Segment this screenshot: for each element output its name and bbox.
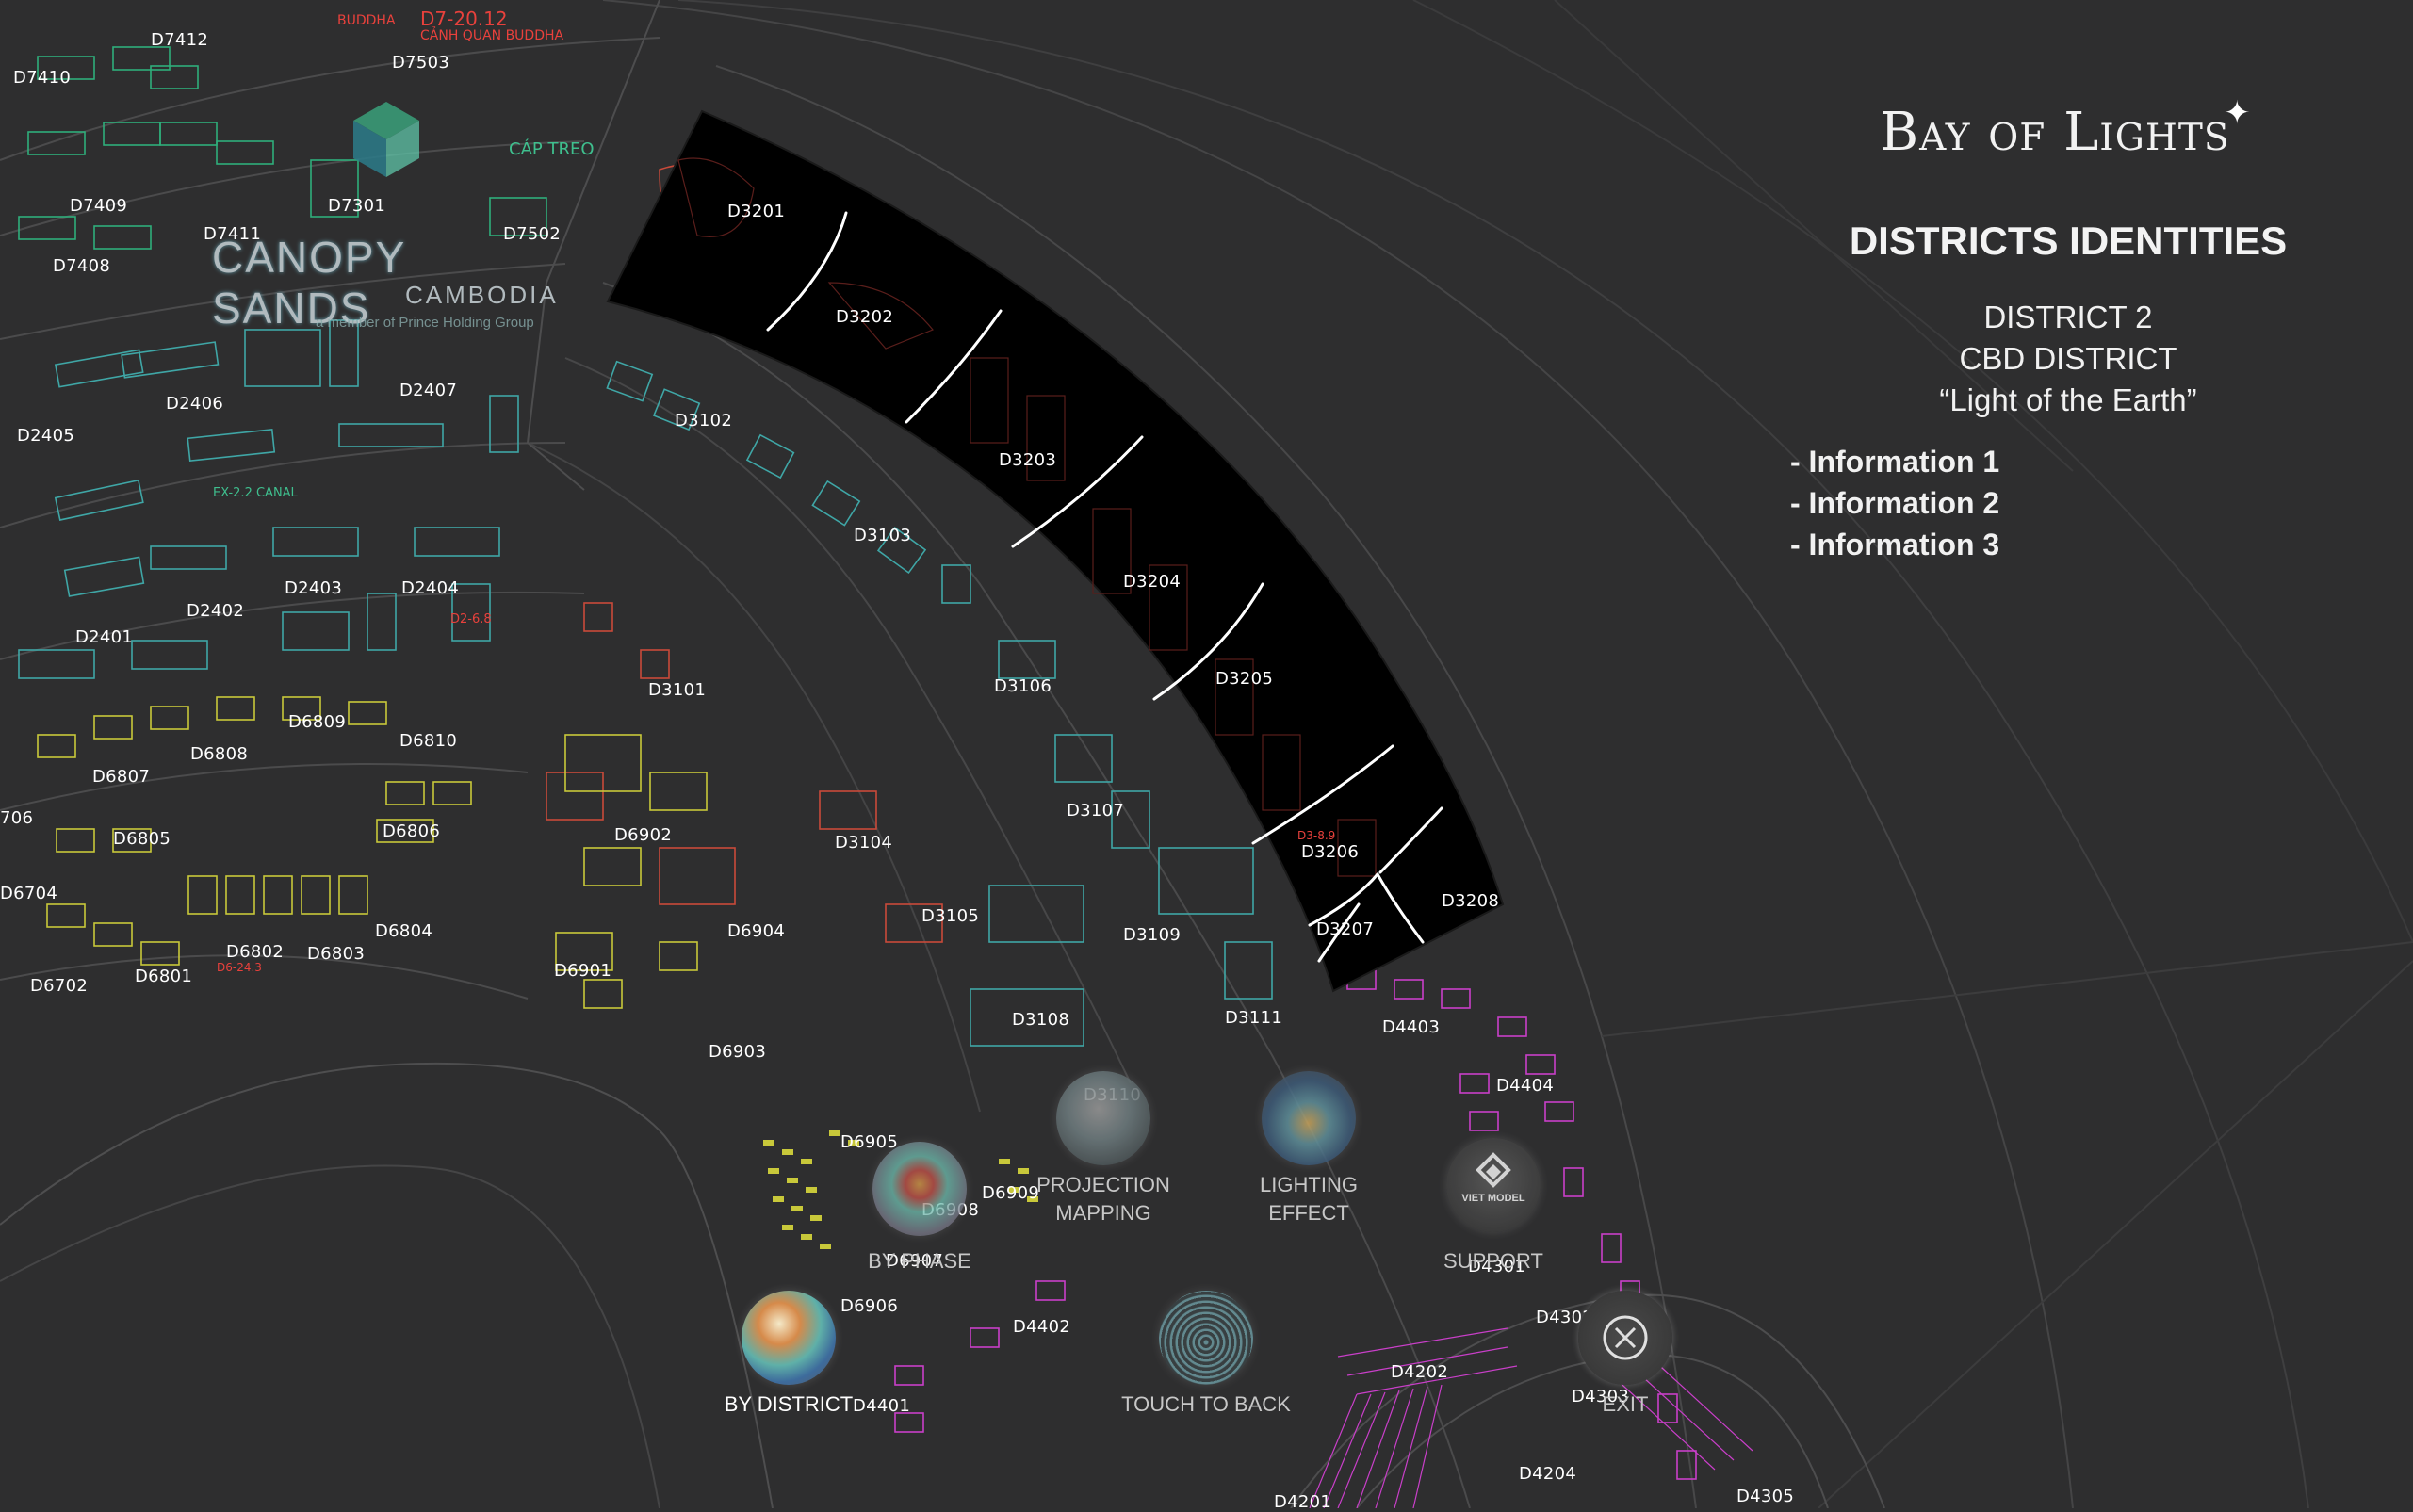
plot-label[interactable]: D3106 xyxy=(994,676,1052,696)
plot-label[interactable]: D6901 xyxy=(554,961,611,981)
panel-title: DISTRICTS IDENTITIES xyxy=(1849,219,2288,263)
canopy-sands-logo-icon xyxy=(353,102,419,177)
plot-label[interactable]: D6810 xyxy=(399,731,457,751)
support-button[interactable]: VIET MODEL SUPPORT xyxy=(1399,1138,1588,1276)
area-label: EX-2.2 CANAL xyxy=(213,486,298,500)
projection-orb-icon xyxy=(1056,1071,1150,1165)
plot-label[interactable]: D6809 xyxy=(288,712,346,732)
plot-label[interactable]: D3107 xyxy=(1067,801,1124,821)
plot-label[interactable]: D6902 xyxy=(614,825,672,845)
by-district-button[interactable]: BY DISTRICT xyxy=(694,1291,883,1419)
plot-label[interactable]: D6805 xyxy=(113,829,171,849)
plot-label[interactable]: D6702 xyxy=(30,976,88,996)
plot-label[interactable]: D4204 xyxy=(1519,1464,1576,1484)
plot-label[interactable]: D3206 xyxy=(1301,842,1359,862)
close-icon xyxy=(1603,1315,1648,1360)
plot-label[interactable]: D3203 xyxy=(999,450,1056,470)
plot-label[interactable]: D2403 xyxy=(285,578,342,598)
projection-label-2: MAPPING xyxy=(1055,1201,1151,1225)
plot-label[interactable]: D3205 xyxy=(1215,669,1273,689)
plot-label[interactable]: D4403 xyxy=(1382,1017,1440,1037)
star-icon: ✦ xyxy=(2224,95,2251,131)
touch-to-back-label: TOUCH TO BACK xyxy=(1121,1392,1291,1416)
exit-label: EXIT xyxy=(1602,1392,1649,1416)
plot-label[interactable]: D4202 xyxy=(1391,1362,1448,1382)
logo-tagline: a member of Prince Holding Group xyxy=(316,315,534,331)
projection-label-1: PROJECTION xyxy=(1036,1173,1170,1196)
plot-label[interactable]: D2407 xyxy=(399,381,457,400)
plot-label[interactable]: D4402 xyxy=(1013,1317,1070,1337)
touch-to-back-button[interactable]: TOUCH TO BACK xyxy=(1112,1291,1300,1419)
projection-mapping-button[interactable]: PROJECTION MAPPING xyxy=(1009,1071,1198,1227)
plot-label[interactable]: D3208 xyxy=(1442,891,1499,911)
plot-label[interactable]: D6904 xyxy=(727,921,785,941)
landmark-label: D2-6.8 xyxy=(450,612,492,626)
plot-label[interactable]: D4201 xyxy=(1274,1492,1331,1512)
plot-label[interactable]: D6804 xyxy=(375,921,432,941)
exit-button[interactable]: EXIT xyxy=(1531,1291,1720,1419)
plot-label[interactable]: D3102 xyxy=(675,411,732,431)
plot-label[interactable]: D3111 xyxy=(1225,1008,1282,1028)
plot-label[interactable]: D4404 xyxy=(1496,1076,1554,1096)
landmark-label: BUDDHA xyxy=(337,13,396,28)
plot-label[interactable]: D3207 xyxy=(1316,919,1374,939)
plot-label[interactable]: D7409 xyxy=(70,196,127,216)
by-phase-button[interactable]: BY PHASE xyxy=(825,1142,1014,1276)
district-tagline: “Light of the Earth” xyxy=(1939,382,2197,417)
district-subtitle: CBD DISTRICT xyxy=(1959,341,2177,376)
plot-label[interactable]: D3204 xyxy=(1123,572,1181,592)
viet-model-text: VIET MODEL xyxy=(1461,1193,1525,1204)
plot-label[interactable]: D4305 xyxy=(1736,1487,1794,1506)
lighting-label-2: EFFECT xyxy=(1268,1201,1349,1225)
district-orb-icon xyxy=(742,1291,836,1385)
plot-label[interactable]: D6807 xyxy=(92,767,150,787)
plot-label[interactable]: D3108 xyxy=(1012,1010,1069,1030)
plot-label[interactable]: D3201 xyxy=(727,202,785,221)
plot-label[interactable]: D2406 xyxy=(166,394,223,414)
plot-label[interactable]: D7412 xyxy=(151,30,208,50)
plot-label[interactable]: D6801 xyxy=(135,967,192,986)
info-item-3[interactable]: - Information 3 xyxy=(1790,528,1999,562)
plot-label[interactable]: D6903 xyxy=(709,1042,766,1062)
plot-label[interactable]: D2404 xyxy=(401,578,459,598)
plot-label[interactable]: D2402 xyxy=(187,601,244,621)
plot-label[interactable]: D6808 xyxy=(190,744,248,764)
canopy-sands-logo: CANOPY SANDS CAMBODIA a member of Prince… xyxy=(203,102,561,337)
landmark-label: D7-20.12 xyxy=(420,8,508,30)
plot-label[interactable]: D3105 xyxy=(921,906,979,926)
district-name: DISTRICT 2 xyxy=(1983,300,2153,334)
bay-of-lights-brand: Bay of Lights xyxy=(1880,102,2230,163)
plot-label[interactable]: 706 xyxy=(0,808,33,828)
plot-label[interactable]: D6704 xyxy=(0,884,57,903)
plot-label[interactable]: D6806 xyxy=(383,821,440,841)
by-phase-label: BY PHASE xyxy=(868,1249,971,1273)
phase-orb-icon xyxy=(872,1142,967,1236)
plot-label[interactable]: D2405 xyxy=(17,426,74,446)
info-item-2[interactable]: - Information 2 xyxy=(1790,486,1999,521)
plot-label[interactable]: D7410 xyxy=(13,68,71,88)
fingerprint-icon xyxy=(1159,1291,1253,1385)
plot-label[interactable]: D6803 xyxy=(307,944,365,964)
landmark-label: D6-24.3 xyxy=(217,961,262,974)
plot-label[interactable]: D3103 xyxy=(854,526,911,545)
plot-label[interactable]: D3104 xyxy=(835,833,892,853)
plot-label[interactable]: D7408 xyxy=(53,256,110,276)
lighting-orb-icon xyxy=(1262,1071,1356,1165)
plot-label[interactable]: D6802 xyxy=(226,942,284,962)
plot-label[interactable]: D3202 xyxy=(836,307,893,327)
lighting-effect-button[interactable]: LIGHTING EFFECT xyxy=(1215,1071,1403,1227)
support-label: SUPPORT xyxy=(1443,1249,1543,1273)
info-item-1[interactable]: - Information 1 xyxy=(1790,445,1999,480)
viet-model-logo-icon: VIET MODEL xyxy=(1446,1138,1541,1232)
lighting-label-1: LIGHTING xyxy=(1260,1173,1358,1196)
plot-label[interactable]: D2401 xyxy=(75,627,133,647)
plot-label[interactable]: D3109 xyxy=(1123,925,1181,945)
logo-country: CAMBODIA xyxy=(405,281,559,309)
plot-label[interactable]: D3101 xyxy=(648,680,706,700)
landmark-label: CẢNH QUAN BUDDHA xyxy=(420,28,564,43)
plot-label[interactable]: D7503 xyxy=(392,53,449,73)
exit-orb xyxy=(1578,1291,1672,1385)
by-district-label: BY DISTRICT xyxy=(724,1392,854,1416)
landmark-label: D3-8.9 xyxy=(1297,829,1336,842)
